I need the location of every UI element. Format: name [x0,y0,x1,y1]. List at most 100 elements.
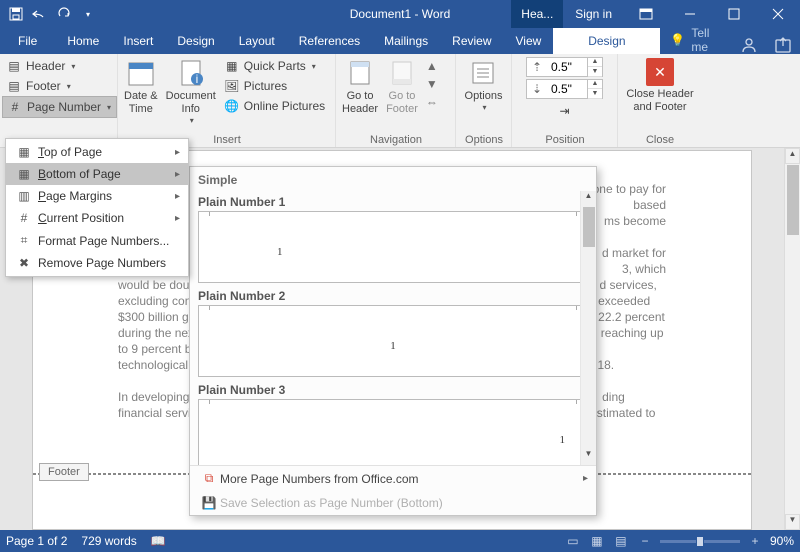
pictures-button[interactable]: 🖼Pictures [220,76,329,96]
chevron-right-icon: ▸ [175,169,180,180]
next-section-button[interactable]: ▼ [424,76,440,92]
save-selection-label: Save Selection as Page Number (Bottom) [220,496,443,510]
top-of-page-item[interactable]: ▦Top of Page▸ [6,141,188,163]
header-from-top[interactable]: ⇡0.5"▲▼ [526,57,603,77]
file-tab[interactable]: File [0,28,55,54]
gallery-item-plain-2[interactable]: Plain Number 2 1 [196,289,590,377]
zoom-slider[interactable] [660,540,740,543]
previous-section-button[interactable]: ▲ [424,58,440,74]
options-icon [468,58,498,88]
remove-page-numbers-item[interactable]: ✖Remove Page Numbers [6,252,188,274]
footer-from-bottom-value: 0.5" [547,82,587,96]
header-icon: ▤ [6,58,22,74]
pictures-icon: 🖼 [224,78,240,94]
page-number-button[interactable]: # Page Number [2,96,117,118]
mailings-tab[interactable]: Mailings [372,28,440,54]
view-tab[interactable]: View [504,28,554,54]
position-group-label: Position [512,134,618,146]
status-proofing-icon[interactable]: 📖 [151,534,166,548]
format-page-numbers-item[interactable]: ⌗Format Page Numbers... [6,229,188,252]
gallery-item-plain-3[interactable]: Plain Number 3 1 [196,383,590,465]
tell-me-label: Tell me [691,26,722,54]
status-words[interactable]: 729 words [81,534,136,548]
page-number-label: Page Number [27,100,101,114]
bottom-of-page-label: ottom of Page [46,167,121,181]
design-tab[interactable]: Design [165,28,226,54]
maximize-button[interactable] [712,0,756,28]
spin-down[interactable]: ▼ [588,89,602,99]
bottom-of-page-icon: ▦ [14,167,34,181]
share-icon[interactable] [766,36,800,54]
minimize-button[interactable] [668,0,712,28]
qat-customize[interactable]: ▾ [76,0,100,28]
scroll-up-icon[interactable]: ▲ [581,191,596,207]
document-info-label: Document Info [166,90,216,116]
page-number-menu: ▦Top of Page▸ ▦Bottom of Page▸ ▥Page Mar… [5,138,189,277]
qat-redo[interactable] [52,0,76,28]
read-mode-icon[interactable]: ▭ [564,534,582,548]
current-position-label: urrent Position [47,211,124,225]
print-layout-icon[interactable]: ▦ [588,534,606,548]
bulb-icon: 💡 [670,33,685,47]
insert-tab[interactable]: Insert [111,28,165,54]
preview-page-number: 1 [560,434,566,446]
document-info-icon: i [176,58,206,88]
header-button[interactable]: ▤Header [2,56,117,76]
footer-from-bottom[interactable]: ⇣0.5"▲▼ [526,79,603,99]
home-tab[interactable]: Home [55,28,111,54]
review-tab[interactable]: Review [440,28,503,54]
gallery-section-header: Simple [190,167,596,191]
close-button[interactable] [756,0,800,28]
current-position-item[interactable]: #Current Position▸ [6,207,188,229]
status-page[interactable]: Page 1 of 2 [6,534,67,548]
zoom-slider-thumb[interactable] [696,536,704,547]
footer-tag: Footer [39,463,89,481]
qat-save[interactable] [4,0,28,28]
alignment-tab-icon: ⇥ [557,103,573,119]
gallery-scrollbar[interactable]: ▲▼ [580,191,596,465]
top-of-page-label: op of Page [44,145,102,159]
vertical-scrollbar[interactable]: ▲ ▼ [784,148,800,530]
ribbon-display-options[interactable] [624,0,668,28]
hf-design-tab[interactable]: Design [553,28,660,54]
layout-tab[interactable]: Layout [227,28,287,54]
zoom-out-button[interactable]: − [636,534,654,548]
scroll-thumb[interactable] [787,165,799,235]
page-margins-label: age Margins [46,189,112,203]
online-pictures-icon: 🌐 [224,98,240,114]
zoom-level[interactable]: 90% [770,534,794,548]
page-number-icon: # [7,99,23,115]
gallery-item-title: Plain Number 2 [198,289,590,303]
header-footer-tool-tab[interactable]: Hea... [511,0,563,28]
zoom-in-button[interactable]: + [746,534,764,548]
account-icon[interactable] [732,36,766,54]
footer-bottom-icon: ⇣ [527,82,547,96]
spin-down[interactable]: ▼ [588,67,602,77]
chevron-right-icon: ▸ [175,147,180,158]
more-from-office-label: More Page Numbers from Office.com [220,472,419,486]
close-group-label: Close [618,134,702,146]
link-to-previous-button[interactable]: ⇔ [424,94,440,110]
spin-up[interactable]: ▲ [588,79,602,89]
sign-in[interactable]: Sign in [563,7,624,21]
tell-me[interactable]: 💡 Tell me [660,26,732,54]
online-pictures-button[interactable]: 🌐Online Pictures [220,96,329,116]
qat-undo[interactable] [28,0,52,28]
spin-up[interactable]: ▲ [588,57,602,67]
scroll-thumb[interactable] [583,207,595,247]
scroll-down-icon[interactable]: ▼ [785,514,800,530]
page-margins-item[interactable]: ▥Page Margins▸ [6,185,188,207]
gallery-item-title: Plain Number 3 [198,383,590,397]
quick-parts-label: Quick Parts [244,59,306,73]
web-layout-icon[interactable]: ▤ [612,534,630,548]
gallery-item-plain-1[interactable]: Plain Number 1 1 [196,195,590,283]
scroll-up-icon[interactable]: ▲ [785,148,800,164]
scroll-down-icon[interactable]: ▼ [581,449,596,465]
footer-label: Footer [26,79,61,93]
bottom-of-page-item[interactable]: ▦Bottom of Page▸ [6,163,188,185]
quick-parts-button[interactable]: ▦Quick Parts [220,56,329,76]
more-from-office-item[interactable]: ⧉More Page Numbers from Office.com▸ [190,466,596,491]
footer-button[interactable]: ▤Footer [2,76,117,96]
insert-alignment-tab[interactable]: ⇥ [553,101,577,121]
references-tab[interactable]: References [287,28,372,54]
